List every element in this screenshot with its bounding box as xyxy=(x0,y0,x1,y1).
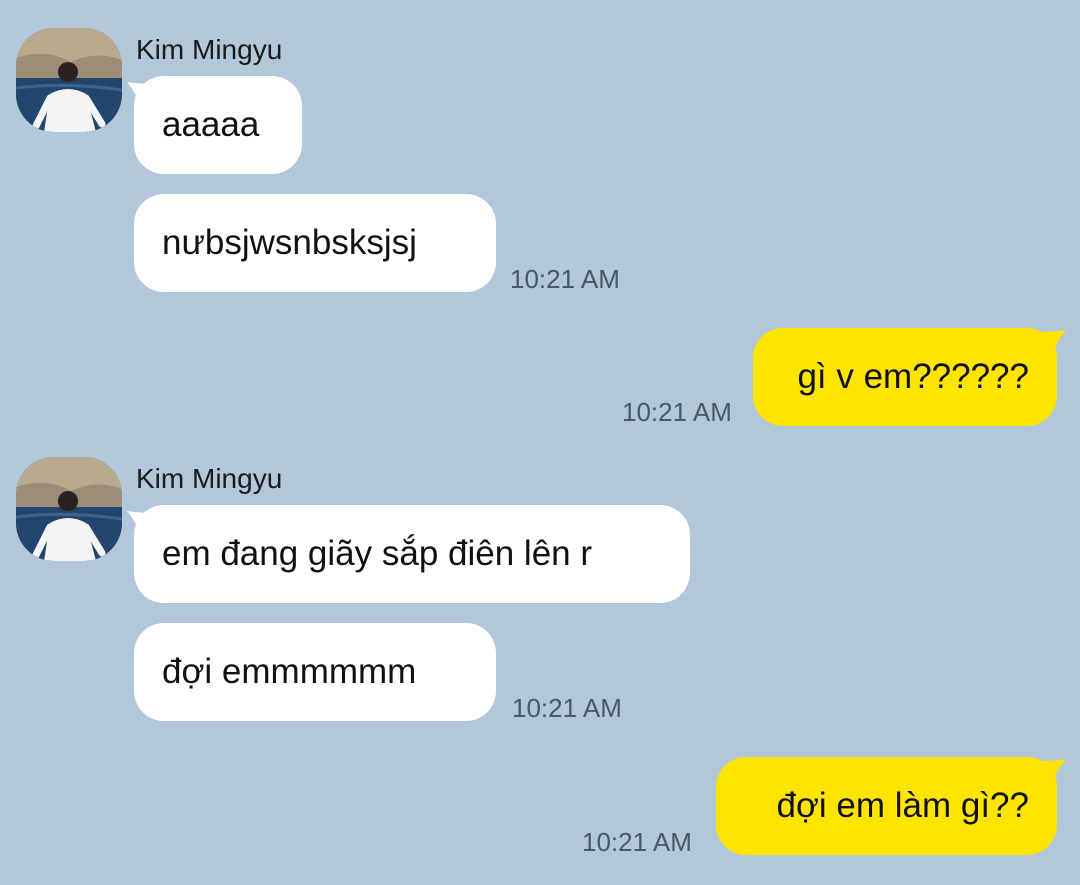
message-timestamp: 10:21 AM xyxy=(512,693,622,723)
sender-name: Kim Mingyu xyxy=(136,463,283,494)
bubble-tail xyxy=(1038,330,1066,356)
avatar[interactable] xyxy=(16,28,122,132)
message-timestamp: 10:21 AM xyxy=(582,827,692,857)
profile-photo-icon xyxy=(16,28,122,132)
message-timestamp: 10:21 AM xyxy=(510,264,620,294)
message-bubble-outgoing[interactable]: gì v em?????? xyxy=(753,328,1057,426)
avatar[interactable] xyxy=(16,457,122,561)
message-timestamp: 10:21 AM xyxy=(622,397,732,427)
message-bubble-incoming[interactable]: đợi emmmmmm xyxy=(134,623,496,721)
profile-photo-icon xyxy=(16,457,122,561)
message-bubble-incoming[interactable]: nưbsjwsnbsksjsj xyxy=(134,194,496,292)
message-bubble-outgoing[interactable]: đợi em làm gì?? xyxy=(716,757,1057,855)
sender-name: Kim Mingyu xyxy=(136,34,283,65)
bubble-tail xyxy=(1038,759,1066,785)
message-bubble-incoming[interactable]: em đang giãy sắp điên lên r xyxy=(134,505,690,603)
message-bubble-incoming[interactable]: aaaaa xyxy=(134,76,302,174)
chat-thread: Kim Mingyu aaaaa nưbsjwsnbsksjsj 10:21 A… xyxy=(0,0,1080,885)
